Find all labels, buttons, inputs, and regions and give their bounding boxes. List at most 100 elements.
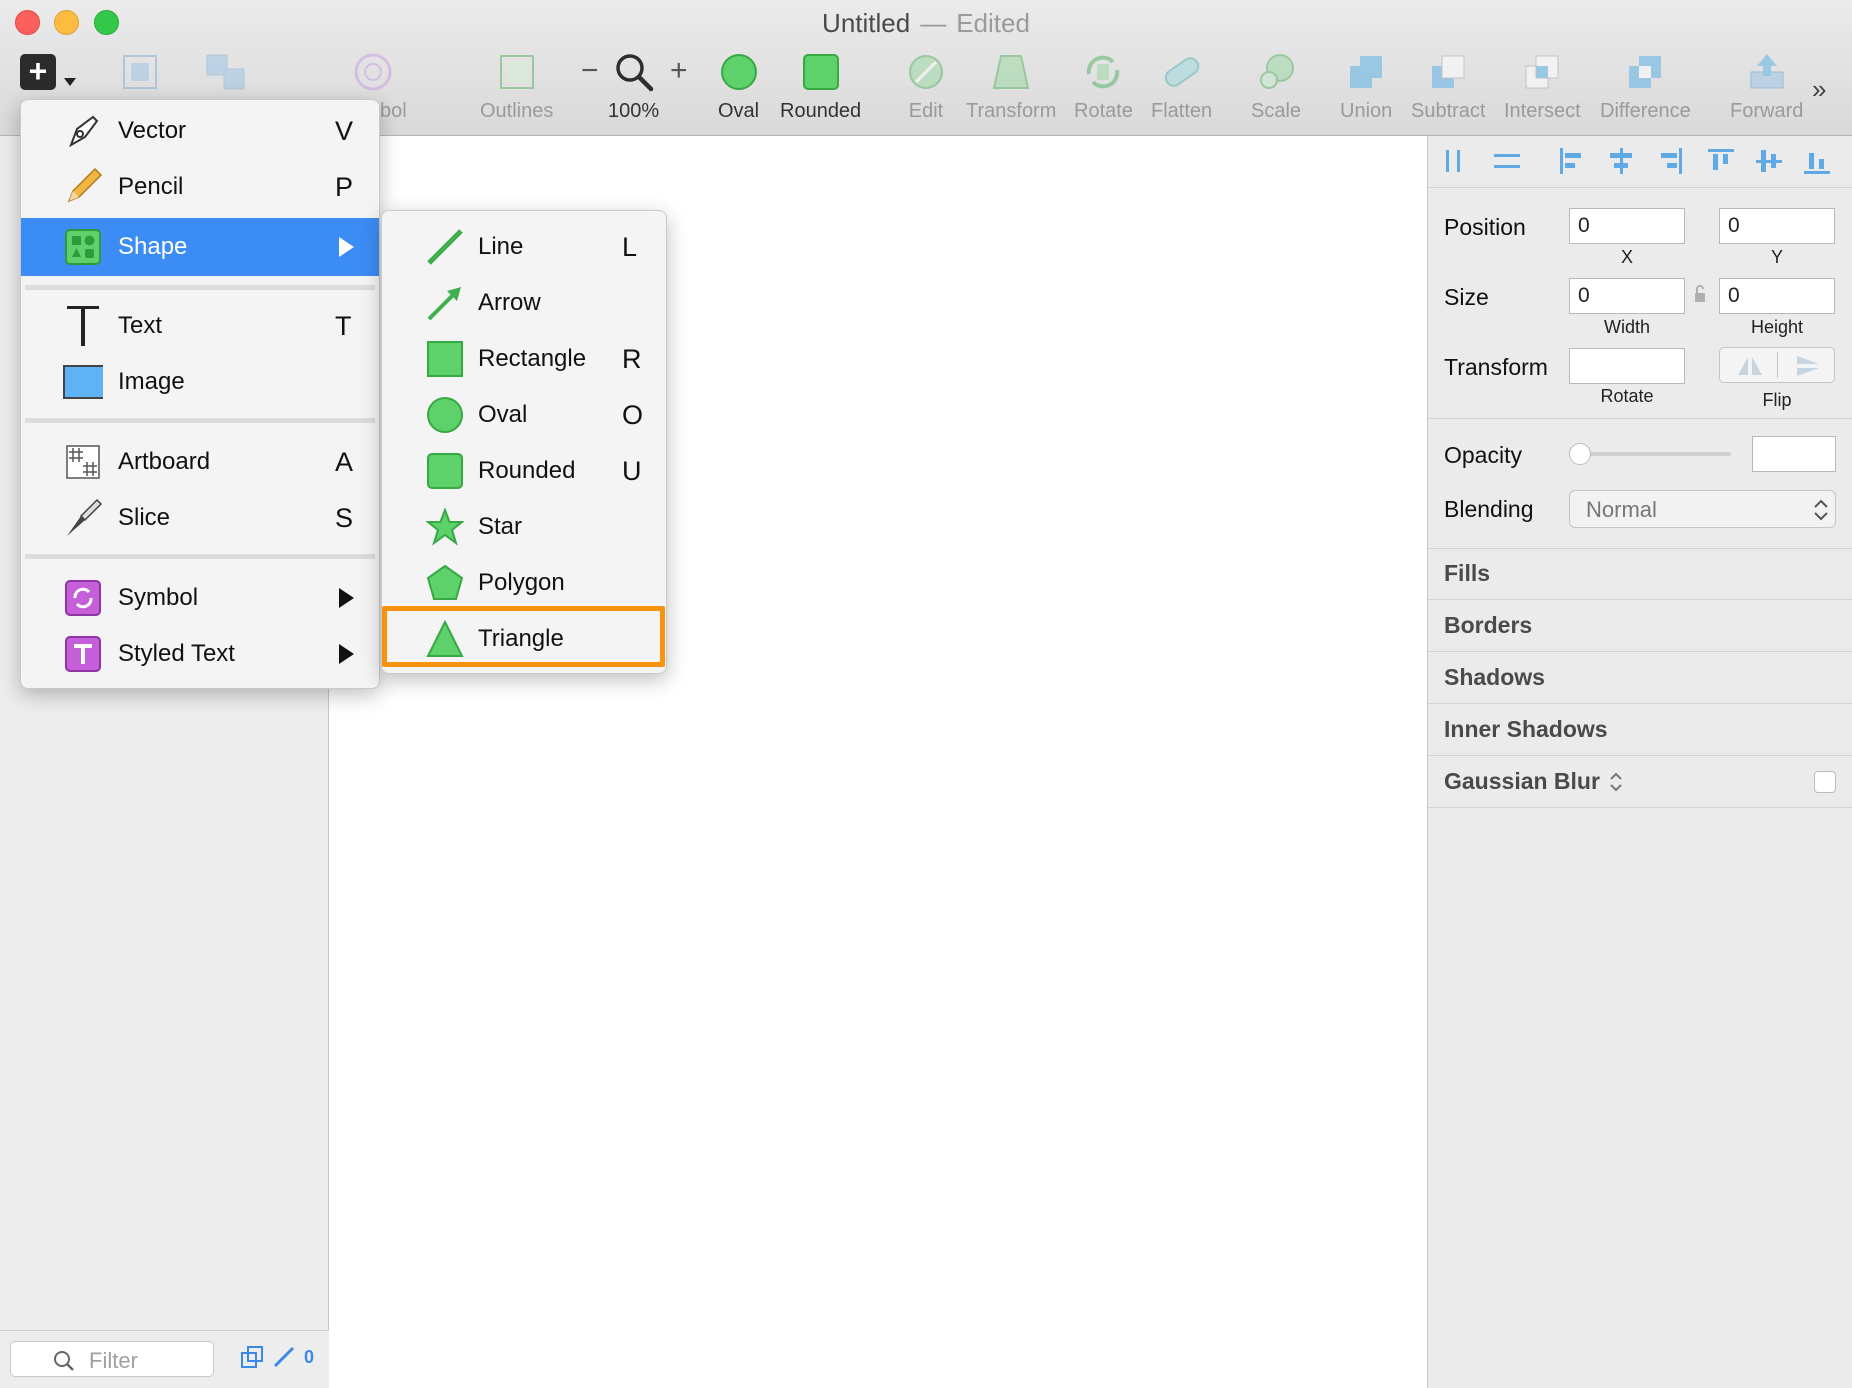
submenu-arrow-icon — [339, 588, 354, 608]
toolbar-rounded[interactable]: Rounded — [780, 48, 861, 123]
opacity-label: Opacity — [1444, 442, 1522, 468]
toolbar-rounded-label: Rounded — [780, 100, 862, 122]
size-height-field[interactable]: 0 — [1719, 278, 1835, 314]
toolbar-zoom[interactable]: 100% — [608, 48, 659, 123]
toolbar-transform[interactable]: Transform — [966, 48, 1056, 123]
borders-section[interactable]: Borders — [1428, 600, 1852, 652]
opacity-value-field[interactable] — [1752, 436, 1836, 472]
toolbar-overflow-button[interactable]: » — [1812, 74, 1826, 105]
menu-item-shape[interactable]: Shape — [21, 218, 379, 276]
submenu-item-arrow-label: Arrow — [478, 289, 541, 316]
blur-type-arrows-icon[interactable] — [1608, 770, 1624, 794]
menu-item-vector-shortcut: V — [335, 115, 354, 146]
layers-filter-bar: Filter 0 — [0, 1330, 329, 1388]
submenu-item-line-shortcut: L — [622, 231, 638, 262]
opacity-slider-track[interactable] — [1569, 452, 1731, 456]
position-y-caption: Y — [1770, 247, 1783, 267]
submenu-item-polygon-label: Polygon — [478, 569, 565, 596]
menu-item-pencil-label: Pencil — [118, 173, 184, 200]
flatten-icon — [1160, 48, 1204, 96]
toolbar-edit[interactable]: Edit — [906, 48, 946, 123]
menu-item-text[interactable]: Text T — [21, 298, 379, 354]
menu-item-pencil[interactable]: Pencil P — [21, 159, 379, 215]
menu-item-image-label: Image — [118, 368, 185, 395]
toolbar-union-label: Union — [1340, 100, 1393, 122]
submenu-item-rectangle[interactable]: Rectangle R — [382, 331, 666, 387]
image-icon — [63, 362, 103, 402]
align-center-icon[interactable] — [1604, 146, 1638, 176]
toolbar-union[interactable]: Union — [1340, 48, 1392, 123]
align-left-icon[interactable] — [1556, 146, 1590, 176]
toolbar-oval[interactable]: Oval — [718, 48, 759, 123]
blending-value: Normal — [1586, 497, 1657, 522]
inspector-divider — [1428, 418, 1852, 419]
flip-vertical-icon[interactable] — [1794, 354, 1822, 378]
toolbar-subtract[interactable]: Subtract — [1411, 48, 1485, 123]
toolbar-edit-label: Edit — [908, 100, 944, 122]
opacity-slider-thumb[interactable] — [1569, 443, 1591, 465]
shadows-section[interactable]: Shadows — [1428, 652, 1852, 704]
menu-item-shape-label: Shape — [118, 233, 188, 260]
menu-item-symbol[interactable]: Symbol — [21, 570, 379, 626]
toolbar-difference[interactable]: Difference — [1600, 48, 1691, 123]
vector-pen-icon — [63, 111, 103, 151]
menu-item-artboard[interactable]: Artboard A — [21, 434, 379, 490]
menu-item-styled-text[interactable]: Styled Text — [21, 626, 379, 682]
menu-item-image[interactable]: Image — [21, 354, 379, 410]
size-width-field[interactable]: 0 — [1569, 278, 1685, 314]
toolbar-rotate-label: Rotate — [1074, 100, 1133, 122]
submenu-item-arrow[interactable]: Arrow — [382, 275, 666, 331]
fills-title: Fills — [1444, 560, 1491, 586]
insert-dropdown-caret-icon[interactable] — [64, 78, 76, 86]
menu-separator — [25, 418, 375, 423]
text-icon — [63, 306, 103, 346]
submenu-item-oval[interactable]: Oval O — [382, 387, 666, 443]
fills-section[interactable]: Fills — [1428, 548, 1852, 600]
submenu-item-star[interactable]: Star — [382, 499, 666, 555]
gaussian-blur-checkbox[interactable] — [1814, 771, 1836, 793]
toolbar-rotate[interactable]: Rotate — [1074, 48, 1133, 123]
inner-shadows-title: Inner Shadows — [1444, 716, 1608, 742]
submenu-item-line[interactable]: Line L — [382, 219, 666, 275]
distribute-vertical-icon[interactable] — [1490, 146, 1524, 176]
layers-filter-input[interactable]: Filter — [10, 1341, 214, 1377]
toolbar-intersect[interactable]: Intersect — [1504, 48, 1581, 123]
align-middle-icon[interactable] — [1752, 146, 1786, 176]
insert-button[interactable]: + — [20, 54, 56, 90]
submenu-item-rounded[interactable]: Rounded U — [382, 443, 666, 499]
inner-shadows-section[interactable]: Inner Shadows — [1428, 704, 1852, 756]
layer-filter-toggles: 0 — [240, 1345, 314, 1369]
toolbar-flatten[interactable]: Flatten — [1151, 48, 1212, 123]
align-top-icon[interactable] — [1704, 146, 1738, 176]
position-y-field[interactable]: 0 — [1719, 208, 1835, 244]
toolbar-forward[interactable]: Forward — [1730, 48, 1803, 123]
align-right-icon[interactable] — [1652, 146, 1686, 176]
zoom-in-button[interactable]: + — [670, 54, 688, 88]
gaussian-blur-section[interactable]: Gaussian Blur — [1428, 756, 1852, 808]
rotate-field[interactable] — [1569, 348, 1685, 384]
submenu-item-oval-shortcut: O — [622, 399, 644, 430]
toolbar-outlines[interactable]: Outlines — [480, 48, 553, 123]
menu-item-vector[interactable]: Vector V — [21, 103, 379, 159]
blending-select[interactable]: Normal — [1569, 490, 1836, 528]
copy-layers-icon[interactable] — [240, 1345, 264, 1369]
flip-divider — [1777, 352, 1778, 378]
lock-proportions-icon[interactable] — [1693, 284, 1707, 304]
submenu-item-polygon[interactable]: Polygon — [382, 555, 666, 611]
align-bottom-icon[interactable] — [1800, 146, 1834, 176]
slice-filter-icon[interactable] — [272, 1345, 296, 1369]
zoom-out-button[interactable]: − — [581, 54, 599, 88]
pencil-icon — [63, 167, 103, 207]
toolbar-scale[interactable]: Scale — [1251, 48, 1301, 123]
select-arrows-icon — [1814, 499, 1828, 521]
alignment-toolbar — [1428, 136, 1852, 188]
distribute-horizontal-icon[interactable] — [1442, 146, 1476, 176]
ungroup-button[interactable] — [204, 48, 248, 96]
group-button[interactable] — [120, 48, 160, 96]
menu-item-pencil-shortcut: P — [335, 171, 354, 202]
menu-item-slice[interactable]: Slice S — [21, 490, 379, 546]
styled-text-icon — [63, 634, 103, 674]
position-x-field[interactable]: 0 — [1569, 208, 1685, 244]
flip-horizontal-icon[interactable] — [1736, 354, 1764, 378]
gaussian-blur-title: Gaussian Blur — [1444, 768, 1600, 794]
